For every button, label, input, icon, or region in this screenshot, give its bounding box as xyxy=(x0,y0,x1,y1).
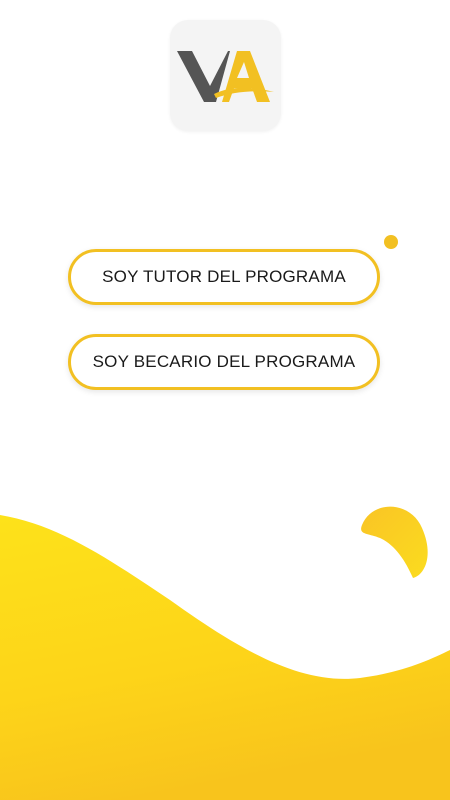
background-wave xyxy=(0,506,450,800)
